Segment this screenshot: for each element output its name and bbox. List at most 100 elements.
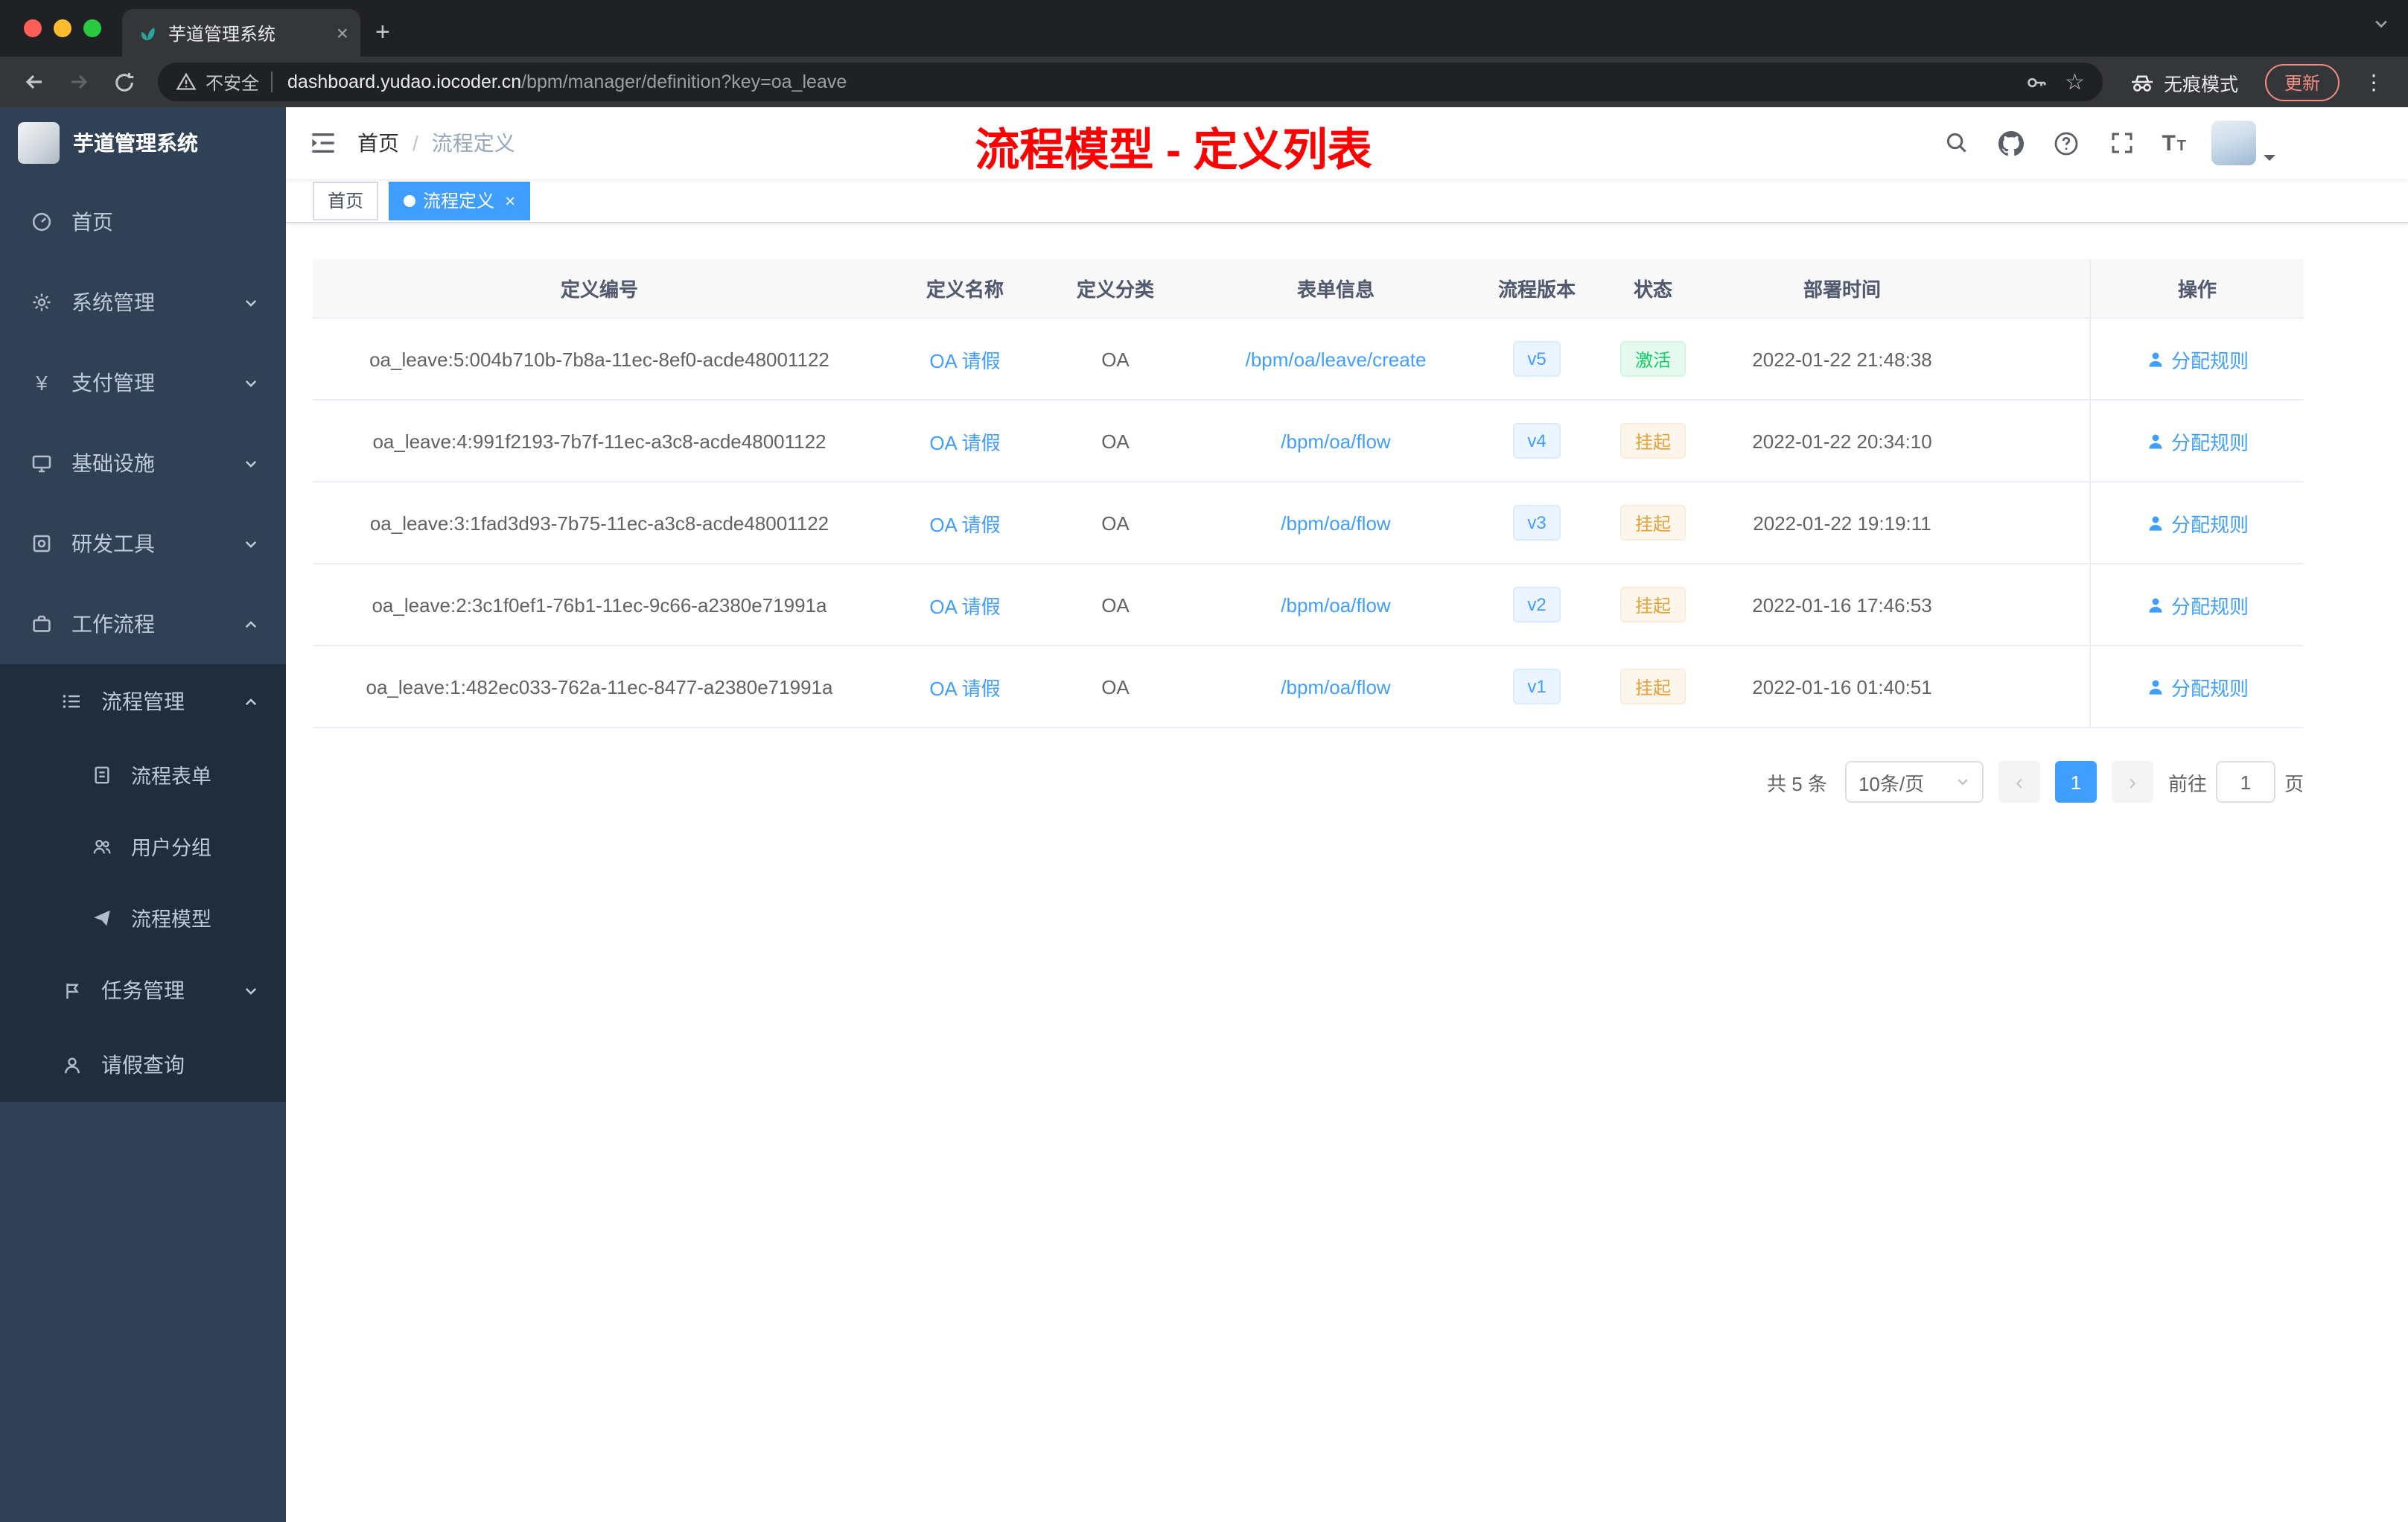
paper-plane-icon	[89, 908, 113, 927]
assign-rule-button[interactable]: 分配规则	[2146, 427, 2249, 455]
incognito-label: 无痕模式	[2163, 74, 2238, 95]
definition-name-link[interactable]: OA 请假	[929, 345, 1000, 373]
next-page-button[interactable]: ›	[2111, 761, 2153, 803]
sidebar-toggle-icon[interactable]	[310, 131, 337, 155]
definition-id: oa_leave:1:482ec033-762a-11ec-8477-a2380…	[366, 675, 833, 698]
sidebar-item-task-management[interactable]: 任务管理	[0, 953, 286, 1028]
people-icon	[89, 836, 113, 856]
tag-close-icon[interactable]: ×	[505, 190, 515, 211]
browser-tab[interactable]: 芋道管理系统 ×	[122, 9, 360, 57]
new-tab-button[interactable]: +	[375, 18, 390, 48]
deploy-time: 2022-01-16 17:46:53	[1752, 593, 1932, 616]
password-key-icon[interactable]	[2025, 71, 2047, 93]
deploy-time: 2022-01-16 01:40:51	[1752, 675, 1932, 698]
sidebar-item-system[interactable]: 系统管理	[0, 262, 286, 343]
help-icon[interactable]	[2051, 130, 2081, 156]
deploy-time: 2022-01-22 20:34:10	[1752, 430, 1932, 452]
form-link[interactable]: /bpm/oa/flow	[1281, 430, 1390, 452]
definition-category: OA	[1101, 675, 1130, 698]
assign-rule-button[interactable]: 分配规则	[2146, 672, 2249, 701]
definition-name-link[interactable]: OA 请假	[929, 672, 1000, 701]
security-label[interactable]: 不安全	[206, 69, 259, 95]
browser-window: 芋道管理系统 × + 不安全 dashboard.yudao.iocoder.c…	[0, 0, 2408, 1522]
assign-rule-button[interactable]: 分配规则	[2146, 509, 2249, 537]
sidebar-logo[interactable]: 芋道管理系统	[0, 107, 286, 179]
user-menu[interactable]	[2211, 121, 2277, 165]
breadcrumb-home[interactable]: 首页	[357, 128, 399, 158]
window-close-button[interactable]	[24, 19, 42, 37]
dashboard-icon	[30, 211, 54, 232]
assign-rule-button[interactable]: 分配规则	[2146, 590, 2249, 619]
page-size-select[interactable]: 10条/页	[1844, 761, 1984, 803]
sidebar-item-workflow[interactable]: 工作流程	[0, 584, 286, 664]
tab-strip: 芋道管理系统 × +	[0, 0, 2408, 57]
sidebar-item-payment[interactable]: ¥ 支付管理	[0, 343, 286, 423]
status-badge: 挂起	[1619, 669, 1686, 704]
chevron-down-icon	[243, 294, 259, 311]
search-icon[interactable]	[1941, 131, 1971, 155]
version-tag: v4	[1512, 423, 1561, 459]
annotation-title: 流程模型 - 定义列表	[975, 127, 1372, 176]
current-page-button[interactable]: 1	[2054, 761, 2097, 803]
address-bar[interactable]: 不安全 dashboard.yudao.iocoder.cn/bpm/manag…	[158, 63, 2103, 101]
deploy-time: 2022-01-22 19:19:11	[1753, 512, 1931, 534]
sidebar-item-process-form[interactable]: 流程表单	[0, 739, 286, 810]
window-minimize-button[interactable]	[54, 19, 71, 37]
bookmark-star-icon[interactable]: ☆	[2065, 69, 2085, 95]
sidebar-item-infrastructure[interactable]: 基础设施	[0, 423, 286, 503]
definition-name-link[interactable]: OA 请假	[929, 509, 1000, 537]
breadcrumb: 首页 / 流程定义	[357, 128, 515, 158]
sidebar-item-devtools[interactable]: 研发工具	[0, 503, 286, 584]
col-header-category: 定义分类	[1076, 278, 1154, 301]
pagination-goto: 前往 1 页	[2168, 761, 2304, 803]
back-button[interactable]	[15, 63, 54, 101]
form-link[interactable]: /bpm/oa/flow	[1281, 593, 1390, 616]
sidebar-item-home[interactable]: 首页	[0, 182, 286, 262]
list-icon	[60, 691, 83, 712]
tab-search-chevron-icon[interactable]	[2372, 15, 2390, 33]
user-icon	[2149, 679, 2162, 694]
table-row: oa_leave:4:991f2193-7b7f-11ec-a3c8-acde4…	[313, 401, 2304, 483]
sidebar-item-process-management[interactable]: 流程管理	[0, 664, 286, 739]
user-icon	[2149, 433, 2162, 448]
user-icon	[2149, 351, 2162, 366]
status-badge: 挂起	[1619, 423, 1686, 459]
definition-id: oa_leave:5:004b710b-7b8a-11ec-8ef0-acde4…	[369, 348, 829, 370]
github-icon[interactable]	[1996, 130, 2026, 156]
browser-toolbar: 不安全 dashboard.yudao.iocoder.cn/bpm/manag…	[0, 57, 2408, 107]
font-size-icon[interactable]: TT	[2162, 130, 2186, 156]
tool-icon	[30, 533, 54, 554]
assign-rule-button[interactable]: 分配规则	[2146, 345, 2249, 373]
sidebar-item-process-model[interactable]: 流程模型	[0, 882, 286, 953]
caret-down-icon	[2262, 150, 2277, 165]
pagination: 共 5 条 10条/页 ‹ 1 › 前往 1 页	[313, 761, 2304, 803]
goto-page-input[interactable]: 1	[2215, 761, 2275, 803]
table-row: oa_leave:5:004b710b-7b8a-11ec-8ef0-acde4…	[313, 319, 2304, 401]
prev-page-button[interactable]: ‹	[1998, 761, 2040, 803]
tag-process-definition[interactable]: 流程定义 ×	[389, 181, 531, 220]
logo-title: 芋道管理系统	[73, 131, 198, 155]
tag-home[interactable]: 首页	[313, 181, 379, 220]
definition-category: OA	[1101, 348, 1130, 370]
sidebar-item-user-groups[interactable]: 用户分组	[0, 810, 286, 882]
definition-name-link[interactable]: OA 请假	[929, 427, 1000, 455]
col-header-operation: 操作	[2089, 259, 2304, 317]
form-link[interactable]: /bpm/oa/flow	[1281, 675, 1390, 698]
fullscreen-icon[interactable]	[2106, 131, 2136, 155]
pagination-total: 共 5 条	[1767, 772, 1827, 795]
window-zoom-button[interactable]	[83, 19, 101, 37]
definition-id: oa_leave:3:1fad3d93-7b75-11ec-a3c8-acde4…	[369, 512, 829, 534]
chevron-down-icon	[243, 982, 259, 999]
form-link[interactable]: /bpm/oa/flow	[1281, 512, 1390, 534]
browser-menu-icon[interactable]: ⋮	[2354, 69, 2393, 95]
definition-name-link[interactable]: OA 请假	[929, 590, 1000, 619]
form-link[interactable]: /bpm/oa/leave/create	[1246, 348, 1427, 370]
update-button[interactable]: 更新	[2264, 63, 2339, 101]
chevron-down-icon	[243, 535, 259, 552]
url-path: /bpm/manager/definition?key=oa_leave	[521, 71, 847, 92]
forward-button[interactable]	[60, 63, 98, 101]
reload-button[interactable]	[104, 63, 143, 101]
tab-close-icon[interactable]: ×	[337, 22, 348, 43]
table-row: oa_leave:2:3c1f0ef1-76b1-11ec-9c66-a2380…	[313, 564, 2304, 646]
sidebar-item-leave-query[interactable]: 请假查询	[0, 1028, 286, 1102]
